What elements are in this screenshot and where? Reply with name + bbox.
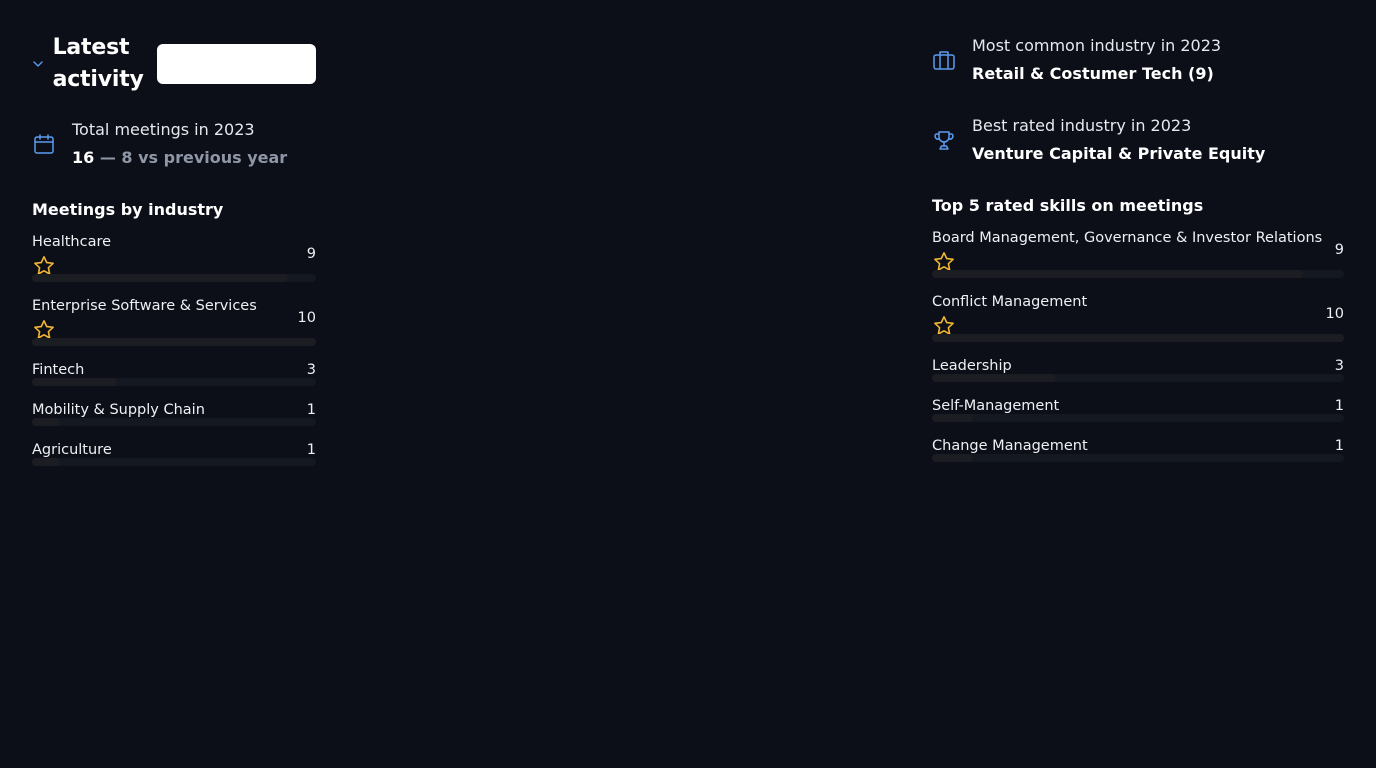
common-industry-stat: Most common industry in 2023 Retail & Co… [932, 32, 1344, 88]
skill-bar-track [932, 454, 1344, 462]
industry-bar-fill [32, 338, 316, 346]
industry-bar-track [32, 418, 316, 426]
skill-bar-fill [932, 270, 1303, 278]
total-meetings-number: 16 [72, 148, 95, 167]
skill-name: Board Management, Governance & Investor … [932, 230, 1323, 246]
skill-bar-fill [932, 414, 974, 422]
industry-bar-fill [32, 458, 61, 466]
best-industry-label: Best rated industry in 2023 [972, 116, 1192, 135]
skill-bar-fill [932, 374, 1056, 382]
industry-row: Enterprise Software & Services 10 [32, 294, 316, 346]
industry-bar-track [32, 378, 316, 386]
industry-row: Fintech 3 [32, 358, 316, 386]
trophy-icon [932, 128, 956, 152]
industry-bar-track [32, 274, 316, 282]
header: Latest activity [32, 32, 316, 96]
skill-row: Self-Management 1 [932, 394, 1344, 422]
right-column: Most common industry in 2023 Retail & Co… [932, 32, 1344, 462]
total-meetings-stat: Total meetings in 2023 16 — 8 vs previou… [32, 116, 316, 172]
common-industry-label: Most common industry in 2023 [972, 36, 1222, 55]
industry-count: 9 [306, 246, 316, 262]
industry-name: Enterprise Software & Services [32, 298, 257, 314]
skill-count: 10 [1325, 306, 1344, 322]
industry-section-title: Meetings by industry [32, 200, 224, 219]
left-column: Latest activity Total meetings in 2023 1… [32, 32, 316, 466]
skill-bar-track [932, 374, 1344, 382]
industry-list: Healthcare 9 Enterprise Software & Service… [32, 230, 316, 466]
skills-section-title: Top 5 rated skills on meetings [932, 196, 1204, 215]
briefcase-icon [932, 48, 956, 72]
skill-bar-fill [932, 454, 974, 462]
total-meetings-delta: — 8 vs previous year [99, 148, 288, 167]
total-meetings-label: Total meetings in 2023 [72, 120, 255, 139]
skill-bar-track [932, 270, 1344, 278]
industry-count: 10 [297, 310, 316, 326]
industry-bar-track [32, 458, 316, 466]
total-meetings-value: 16 — 8 vs previous year [72, 144, 287, 172]
skill-bar-track [932, 334, 1344, 342]
industry-bar-fill [32, 378, 118, 386]
industry-bar-fill [32, 418, 61, 426]
industry-row: Mobility & Supply Chain 1 [32, 398, 316, 426]
activity-page: Latest activity Total meetings in 2023 1… [0, 0, 1376, 768]
skill-row: Leadership 3 [932, 354, 1344, 382]
industry-row: Healthcare 9 [32, 230, 316, 282]
industry-row: Agriculture 1 [32, 438, 316, 466]
skill-row: Board Management, Governance & Investor … [932, 226, 1344, 278]
period-select[interactable] [157, 44, 316, 84]
best-industry-value: Venture Capital & Private Equity [972, 144, 1266, 163]
common-industry-value: Retail & Costumer Tech (9) [972, 64, 1214, 83]
skill-bar-track [932, 414, 1344, 422]
skills-list: Board Management, Governance & Investor … [932, 226, 1344, 462]
calendar-icon [32, 132, 56, 156]
page-title: Latest activity [52, 35, 144, 92]
skill-name: Conflict Management [932, 294, 1088, 310]
chevron-down-icon[interactable] [32, 58, 44, 70]
industry-bar-track [32, 338, 316, 346]
skill-row: Conflict Management 10 [932, 290, 1344, 342]
skill-bar-fill [932, 334, 1344, 342]
best-industry-stat: Best rated industry in 2023 Venture Capi… [932, 112, 1344, 168]
industry-name: Healthcare [32, 234, 112, 250]
industry-bar-fill [32, 274, 288, 282]
skill-count: 9 [1334, 242, 1344, 258]
skill-row: Change Management 1 [932, 434, 1344, 462]
